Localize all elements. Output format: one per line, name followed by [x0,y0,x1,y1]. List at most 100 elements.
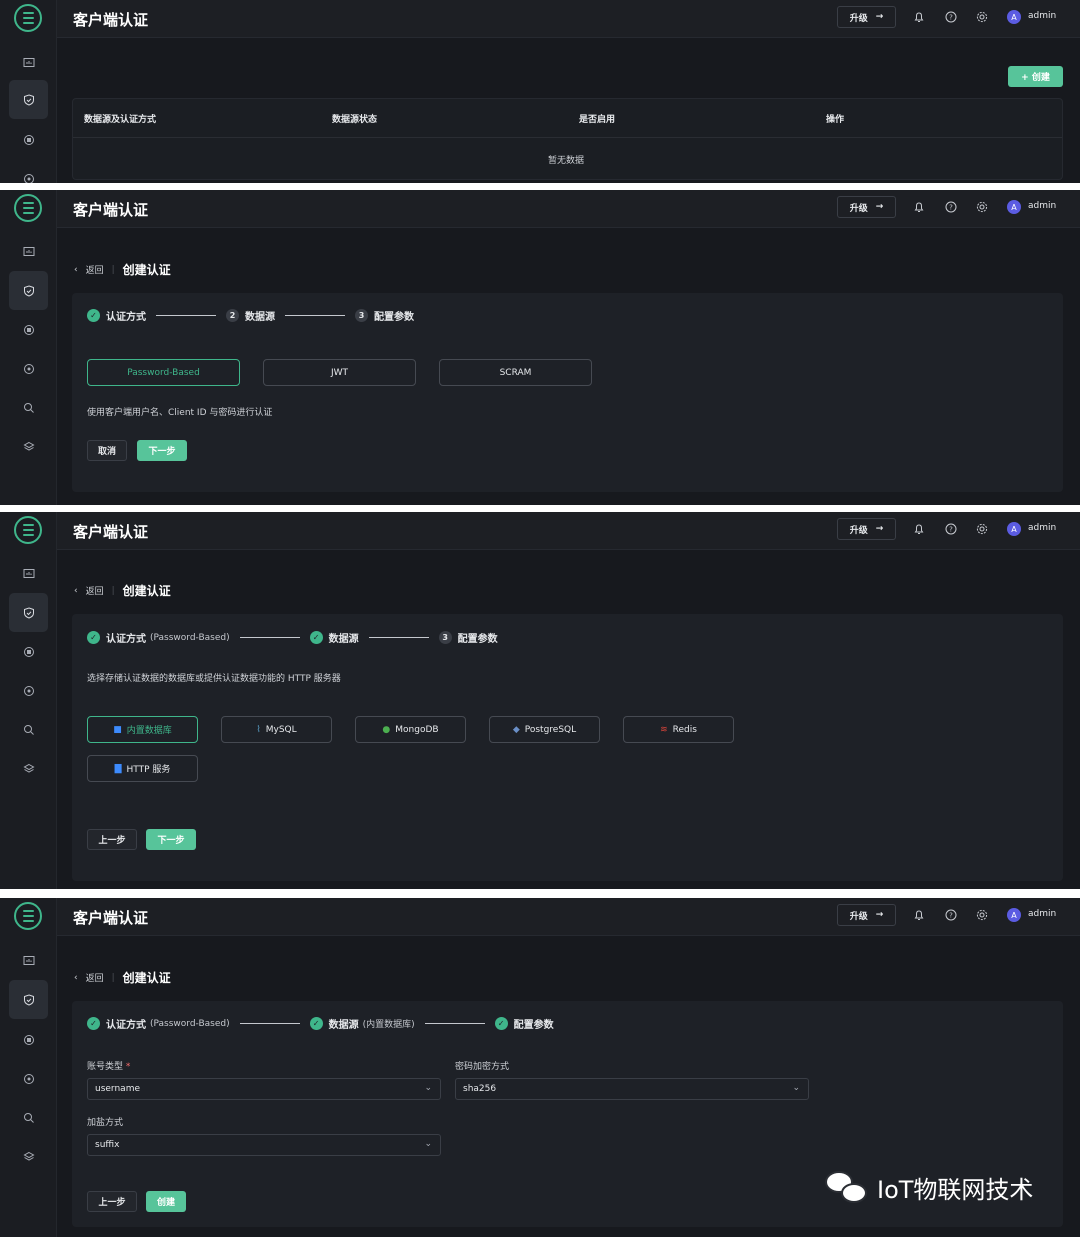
settings-gear-icon[interactable] [974,199,990,215]
source-postgresql[interactable]: ◆ PostgreSQL [489,716,600,743]
create-button[interactable]: + 创建 [1008,66,1063,87]
top-header: 客户端认证 升级 → ? A admin [57,190,1080,228]
back-link[interactable]: 返回 [86,584,104,597]
auth-table [72,98,1063,180]
upgrade-label: 升级 [849,911,868,922]
cancel-button[interactable]: 取消 [87,440,127,461]
step-config: 配置参数 [374,312,414,323]
emqx-logo[interactable] [14,4,42,32]
settings-gear-icon[interactable] [974,9,990,25]
access-control-nav-icon[interactable] [9,80,48,119]
management-nav-icon[interactable] [9,349,48,388]
salt-position-select[interactable]: suffix ⌄ [87,1134,441,1156]
bell-icon[interactable] [911,199,927,215]
diagnose-nav-icon[interactable] [9,388,48,427]
user-name[interactable]: admin [1028,11,1056,21]
bell-icon[interactable] [911,907,927,923]
back-link[interactable]: 返回 [86,971,104,984]
option-jwt[interactable]: JWT [263,359,416,386]
dashboard-nav-icon[interactable] [9,941,48,980]
user-name[interactable]: admin [1028,909,1056,919]
arrow-right-icon: → [875,12,884,22]
source-http-service[interactable]: ▇ HTTP 服务 [87,755,198,782]
cancel-label: 取消 [97,447,116,457]
user-avatar[interactable]: A [1007,10,1021,24]
emqx-logo[interactable] [14,194,42,222]
create-button[interactable]: 创建 [146,1191,186,1212]
user-avatar[interactable]: A [1007,522,1021,536]
user-avatar[interactable]: A [1007,908,1021,922]
help-icon[interactable]: ? [943,199,959,215]
upgrade-button[interactable]: 升级 → [837,196,896,218]
source-mysql[interactable]: ⌇ MySQL [221,716,332,743]
source-mongodb[interactable]: ● MongoDB [355,716,466,743]
access-control-nav-icon[interactable] [9,980,48,1019]
option-password-based[interactable]: Password-Based [87,359,240,386]
chevron-left-icon[interactable]: ‹ [74,265,78,275]
source-redis[interactable]: ≋ Redis [623,716,734,743]
steps-bar: ✓ 认证方式 (Password-Based) ✓ 数据源 (内置数据库) ✓ … [87,1016,554,1031]
step-data-source: 数据源 [245,312,275,323]
dashboard-nav-icon[interactable] [9,43,48,82]
integration-nav-icon[interactable] [9,310,48,349]
chevron-left-icon[interactable]: ‹ [74,973,78,983]
next-button[interactable]: 下一步 [137,440,187,461]
dashboard-nav-icon[interactable] [9,554,48,593]
prev-button[interactable]: 上一步 [87,1191,137,1212]
prev-button[interactable]: 上一步 [87,829,137,850]
chevron-left-icon[interactable]: ‹ [74,586,78,596]
bell-icon[interactable] [911,521,927,537]
extensions-nav-icon[interactable] [9,749,48,788]
source-built-in-database[interactable]: ■ 内置数据库 [87,716,198,743]
extensions-nav-icon[interactable] [9,1137,48,1176]
management-nav-icon[interactable] [9,159,48,183]
account-type-select[interactable]: username ⌄ [87,1078,441,1100]
steps-bar: ✓ 认证方式 2 数据源 3 配置参数 [87,308,414,323]
database-icon: ■ [113,724,122,735]
management-nav-icon[interactable] [9,1059,48,1098]
upgrade-button[interactable]: 升级 → [837,904,896,926]
integration-nav-icon[interactable] [9,120,48,159]
password-hash-select[interactable]: sha256 ⌄ [455,1078,809,1100]
help-icon[interactable]: ? [943,521,959,537]
diagnose-nav-icon[interactable] [9,710,48,749]
extensions-nav-icon[interactable] [9,427,48,466]
next-button[interactable]: 下一步 [146,829,196,850]
help-icon[interactable]: ? [943,9,959,25]
mysql-icon: ⌇ [256,724,261,735]
wechat-icon [825,1170,869,1205]
user-name[interactable]: admin [1028,201,1056,211]
user-avatar[interactable]: A [1007,200,1021,214]
table-divider [73,137,1062,138]
step-data-source-note: (内置数据库) [362,1020,415,1030]
dashboard-nav-icon[interactable] [9,232,48,271]
help-icon[interactable]: ? [943,907,959,923]
step-number-2: 2 [226,309,239,322]
page-subtitle: 创建认证 [122,263,171,277]
step-auth-method-note: (Password-Based) [150,632,230,643]
access-control-nav-icon[interactable] [9,593,48,632]
settings-gear-icon[interactable] [974,521,990,537]
check-icon: ✓ [309,1017,323,1030]
user-name[interactable]: admin [1028,523,1056,533]
upgrade-button[interactable]: 升级 → [837,6,896,28]
emqx-logo[interactable] [14,516,42,544]
source-description: 选择存储认证数据的数据库或提供认证数据功能的 HTTP 服务器 [87,674,341,684]
bell-icon[interactable] [911,9,927,25]
check-icon: ✓ [87,1017,100,1030]
option-label: Password-Based [127,367,200,378]
access-control-nav-icon[interactable] [9,271,48,310]
upgrade-button[interactable]: 升级 → [837,518,896,540]
sidebar [0,512,57,889]
integration-nav-icon[interactable] [9,632,48,671]
diagnose-nav-icon[interactable] [9,1098,48,1137]
column-header-status: 数据源状态 [332,115,378,125]
emqx-logo[interactable] [14,902,42,930]
back-link[interactable]: 返回 [86,263,104,276]
settings-gear-icon[interactable] [974,907,990,923]
sidebar [0,898,57,1237]
option-scram[interactable]: SCRAM [439,359,592,386]
step-auth-method: 认证方式 [106,634,146,645]
management-nav-icon[interactable] [9,671,48,710]
integration-nav-icon[interactable] [9,1020,48,1059]
